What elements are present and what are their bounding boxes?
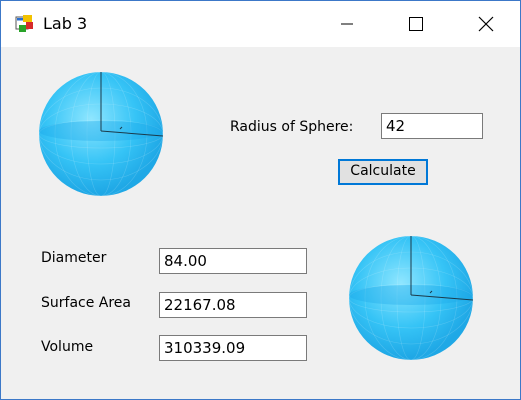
calculate-button-label: Calculate — [350, 163, 416, 179]
sphere-icon — [38, 71, 164, 197]
close-icon — [478, 16, 494, 32]
diameter-output[interactable]: 84.00 — [159, 248, 307, 274]
app-icon — [15, 15, 33, 32]
form-client-area: Radius of Sphere: 42 Calculate Diameter … — [1, 47, 520, 399]
volume-label: Volume — [41, 339, 94, 355]
minimize-button[interactable] — [324, 1, 370, 47]
app-window: Lab 3 Radius of Sphere: 42 Calculate Dia… — [0, 0, 521, 400]
diameter-label: Diameter — [41, 250, 107, 266]
maximize-icon — [409, 17, 423, 31]
close-button[interactable] — [463, 1, 509, 47]
maximize-button[interactable] — [393, 1, 439, 47]
surface-area-label: Surface Area — [41, 295, 132, 311]
calculate-button[interactable]: Calculate — [338, 159, 428, 185]
surface-area-output[interactable]: 22167.08 — [159, 292, 307, 318]
radius-label: Radius of Sphere: — [230, 119, 354, 135]
title-bar[interactable]: Lab 3 — [1, 1, 520, 47]
minimize-icon — [341, 23, 353, 25]
window-title: Lab 3 — [43, 14, 88, 33]
radius-input[interactable]: 42 — [381, 113, 483, 139]
sphere-icon — [348, 235, 474, 361]
volume-output[interactable]: 310339.09 — [159, 335, 307, 361]
